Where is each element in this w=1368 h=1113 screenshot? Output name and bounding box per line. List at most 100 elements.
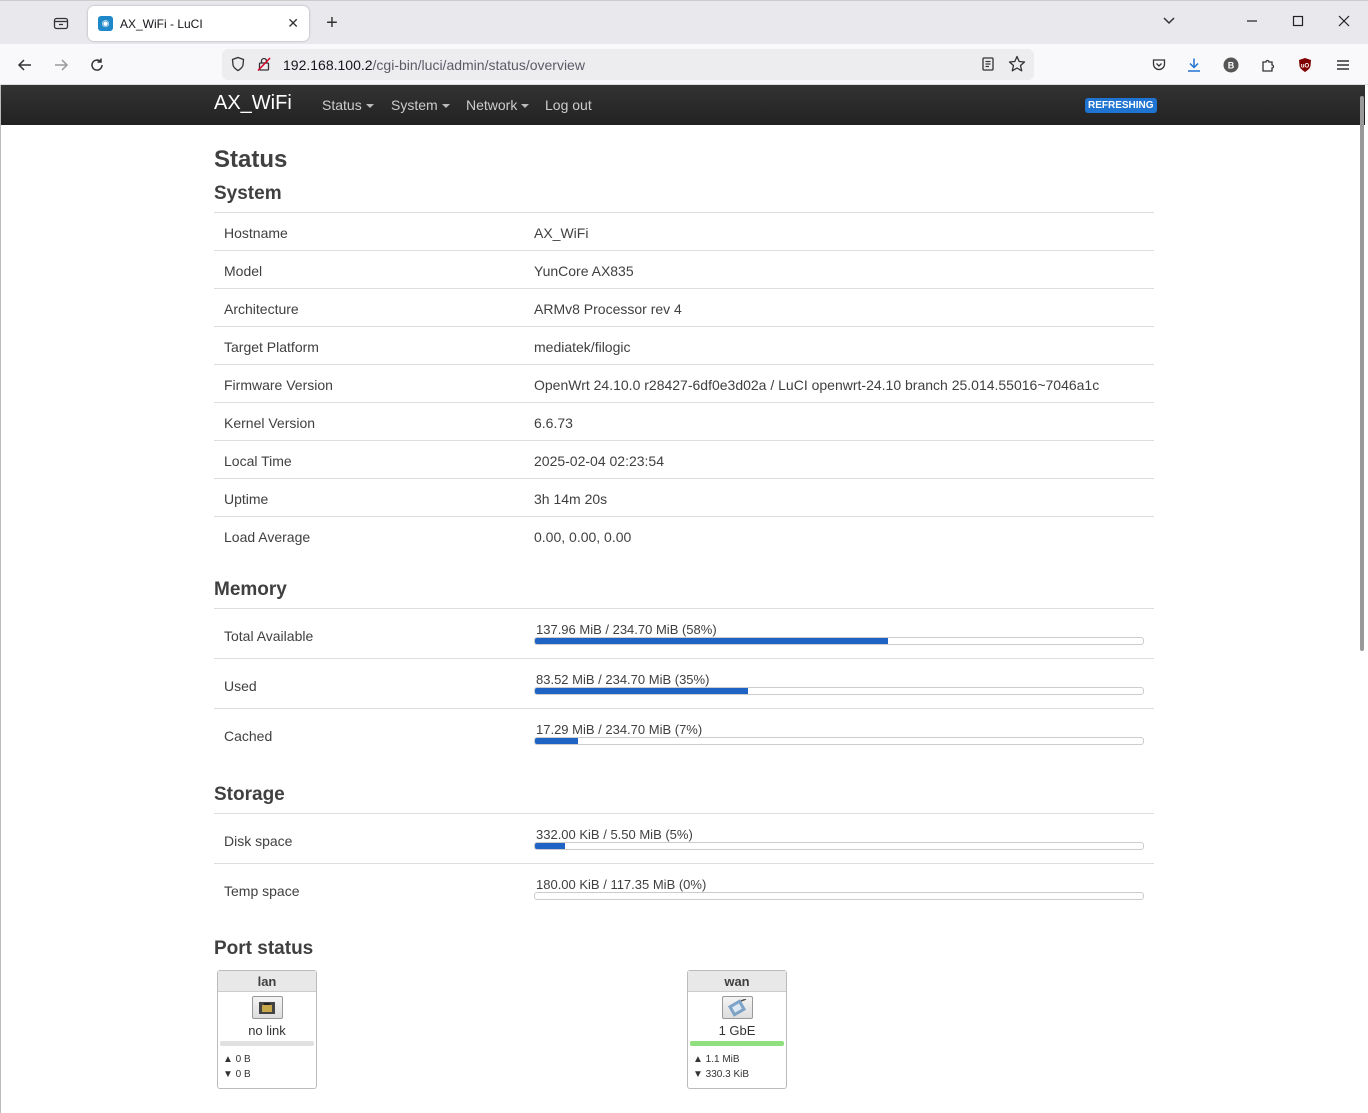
url-bar[interactable]: 192.168.100.2/cgi-bin/luci/admin/status/… [222,49,1034,80]
row-label: Local Time [224,453,292,469]
new-tab-icon[interactable]: + [320,11,344,35]
row-label: Kernel Version [224,415,316,431]
tab-title: AX_WiFi - LuCI [120,16,203,31]
svg-text:B: B [1228,61,1235,71]
browser-nav-bar: 192.168.100.2/cgi-bin/luci/admin/status/… [0,44,1368,85]
menu-logout[interactable]: Log out [545,97,592,113]
progress-text: 17.29 MiB / 234.70 MiB (7%) [536,722,703,737]
section-heading-port-status: Port status [214,938,314,959]
progress-bar: 180.00 KiB / 117.35 MiB (0%) [534,877,1144,901]
ethernet-connected-icon [721,996,753,1019]
hamburger-menu-icon[interactable] [1331,53,1355,77]
memory-table: Total Available 137.96 MiB / 234.70 MiB … [214,608,1154,759]
account-avatar-icon[interactable]: B [1219,53,1243,77]
row-value: ARMv8 Processor rev 4 [534,301,682,317]
row-label: Temp space [224,883,300,899]
row-value: 0.00, 0.00, 0.00 [534,529,632,545]
menu-system-label: System [391,97,438,113]
system-table: Hostname AX_WiFi Model YunCore AX835 Archi… [214,212,1154,555]
row-value: OpenWrt 24.10.0 r28427-6df0e3d02a / LuCI… [534,377,1100,393]
insecure-lock-icon[interactable] [256,56,272,77]
port-traffic-stats: ▲ 0 B ▼ 0 B [223,1052,316,1082]
browser-tab[interactable]: ◉ AX_WiFi - LuCI ✕ [88,6,309,41]
progress-text: 180.00 KiB / 117.35 MiB (0%) [536,877,707,892]
port-tx: ▲ 0 B [223,1054,251,1065]
url-path: /cgi-bin/luci/admin/status/overview [372,57,585,73]
url-text[interactable]: 192.168.100.2/cgi-bin/luci/admin/status/… [283,57,585,73]
menu-system[interactable]: System [391,97,450,113]
ethernet-port-icon [251,996,283,1019]
extensions-puzzle-icon[interactable] [1256,53,1280,77]
port-link-indicator [690,1041,784,1046]
row-label: Hostname [224,225,288,241]
menu-network[interactable]: Network [466,97,530,113]
port-tx: ▲ 1.1 MiB [693,1054,740,1065]
table-row: Disk space 332.00 KiB / 5.50 MiB (5%) [214,814,1154,864]
close-tab-icon[interactable]: ✕ [287,15,299,32]
reload-icon[interactable] [84,52,110,78]
row-value: 2025-02-04 02:23:54 [534,453,664,469]
table-row: Temp space 180.00 KiB / 117.35 MiB (0%) [214,864,1154,914]
row-value: 6.6.73 [534,415,573,431]
port-card-lan: lan no link ▲ 0 B ▼ 0 B [217,970,317,1089]
row-label: Model [224,263,263,279]
browser-tab-bar: ◉ AX_WiFi - LuCI ✕ + [0,0,1368,44]
downloads-icon[interactable] [1182,53,1206,77]
port-speed: no link [248,1023,286,1038]
brand-link[interactable]: AX_WiFi [214,92,292,115]
menu-status-label: Status [322,97,362,113]
menu-status[interactable]: Status [322,97,374,113]
reader-view-icon[interactable] [980,56,996,77]
port-traffic-stats: ▲ 1.1 MiB ▼ 330.3 KiB [693,1052,786,1082]
bookmark-star-icon[interactable] [1008,55,1026,78]
table-row: Uptime 3h 14m 20s [214,479,1154,517]
minimize-icon[interactable] [1240,11,1264,35]
table-row: Load Average 0.00, 0.00, 0.00 [214,517,1154,555]
port-rx: ▼ 330.3 KiB [693,1069,750,1080]
port-card-wan: wan 1 GbE ▲ 1.1 MiB ▼ 330.3 KiB [687,970,787,1089]
row-label: Target Platform [224,339,319,355]
progress-fill [535,638,888,644]
progress-text: 137.96 MiB / 234.70 MiB (58%) [536,622,717,637]
pocket-icon[interactable] [1147,53,1171,77]
row-value: 3h 14m 20s [534,491,608,507]
svg-text:uO: uO [1301,64,1310,70]
progress-bar: 17.29 MiB / 234.70 MiB (7%) [534,722,1144,746]
table-row: Local Time 2025-02-04 02:23:54 [214,441,1154,479]
page-left-border [0,85,1,1113]
back-arrow-icon[interactable] [12,52,38,78]
forward-arrow-icon[interactable] [48,52,74,78]
progress-track [534,737,1144,745]
page-scrollbar[interactable] [1360,96,1364,651]
row-value: mediatek/filogic [534,339,631,355]
row-label: Total Available [224,628,314,644]
progress-fill [535,688,748,694]
progress-fill [535,738,578,744]
tracking-shield-icon[interactable] [230,56,246,77]
progress-bar: 137.96 MiB / 234.70 MiB (58%) [534,622,1144,646]
row-label: Used [224,678,257,694]
progress-track [534,687,1144,695]
refreshing-badge[interactable]: REFRESHING [1085,98,1157,113]
port-link-indicator [220,1041,314,1046]
maximize-icon[interactable] [1286,11,1310,35]
port-name: wan [688,971,786,992]
close-window-icon[interactable] [1332,11,1356,35]
page-title: Status [214,146,288,173]
port-rx: ▼ 0 B [223,1069,251,1080]
menu-network-label: Network [466,97,518,113]
row-value: YunCore AX835 [534,263,634,279]
progress-text: 332.00 KiB / 5.50 MiB (5%) [536,827,693,842]
row-label: Load Average [224,529,311,545]
ublock-origin-icon[interactable]: uO [1293,53,1317,77]
tab-list-icon[interactable] [46,9,76,37]
progress-bar: 332.00 KiB / 5.50 MiB (5%) [534,827,1144,851]
progress-track [534,637,1144,645]
row-label: Firmware Version [224,377,333,393]
row-value: AX_WiFi [534,225,589,241]
tab-overflow-chevron-icon[interactable] [1157,11,1181,35]
table-row: Kernel Version 6.6.73 [214,403,1154,441]
progress-fill [535,843,566,849]
port-name: lan [218,971,316,992]
luci-favicon-icon: ◉ [98,16,113,31]
